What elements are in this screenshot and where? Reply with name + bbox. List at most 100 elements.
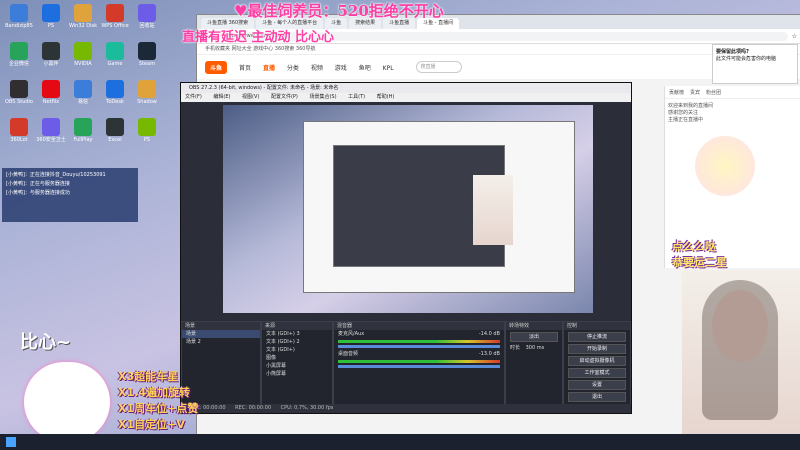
app-icon: [42, 80, 60, 98]
desktop-icon[interactable]: PS: [132, 118, 162, 143]
chat-line: 感谢您的关注: [668, 110, 699, 116]
site-logo[interactable]: 斗鱼: [205, 60, 228, 74]
app-icon: [74, 80, 92, 98]
menu-file[interactable]: 文件(F): [185, 94, 202, 100]
desktop-icon-label: NVIDIA: [74, 61, 92, 67]
mixer-track-db: -13.0 dB: [478, 351, 500, 357]
obs-preview[interactable]: [223, 105, 593, 313]
gift-line: X3超能车星: [118, 370, 179, 383]
desktop-icon-label: 小黑伴: [43, 61, 59, 67]
studio-mode-button[interactable]: 工作室模式: [568, 368, 626, 378]
desktop-icon[interactable]: Steam: [132, 42, 162, 67]
source-item[interactable]: 文本 (GDI+): [262, 346, 332, 354]
source-item[interactable]: 图像: [262, 354, 332, 362]
nested-webcam: [473, 175, 513, 245]
desktop-icon[interactable]: 企业微信: [4, 42, 34, 67]
mixer-track-name: 桌面音频: [338, 351, 359, 357]
chat-tab[interactable]: 粉丝团: [706, 89, 721, 96]
desktop-icon[interactable]: WPS Office: [100, 4, 130, 29]
cpu-fps: CPU: 0.7%, 30.00 fps: [280, 405, 334, 411]
gift-line: X1自定位+V: [118, 418, 185, 431]
source-item[interactable]: 文本 (GDI+) 2: [262, 338, 332, 346]
menu-profile[interactable]: 配置文件(P): [271, 94, 298, 100]
chat-tabs: 贡献榜 贵宾 粉丝团: [665, 86, 800, 99]
nav-fishbar[interactable]: 鱼吧: [359, 65, 371, 72]
sources-header: 来源: [262, 322, 332, 330]
download-popup[interactable]: 要保留此项吗? 此文件可能会危害你的电脑: [712, 44, 798, 84]
volume-slider[interactable]: [338, 365, 500, 368]
app-icon: [10, 80, 28, 98]
exit-button[interactable]: 退出: [568, 392, 626, 402]
chat-tab[interactable]: 贡献榜: [669, 89, 684, 96]
desktop-icon[interactable]: ToDesk: [100, 80, 130, 105]
desktop-icon[interactable]: Netflix: [36, 80, 66, 105]
duration-input[interactable]: 300 ms: [526, 345, 545, 351]
site-search-input[interactable]: 搜直播: [415, 61, 462, 73]
chat-tab[interactable]: 贵宾: [690, 89, 700, 96]
desktop-icon[interactable]: 回收站: [132, 4, 162, 29]
windows-start-icon[interactable]: [6, 437, 16, 447]
desktop-icon[interactable]: OBS Studio: [4, 80, 34, 105]
desktop-icon-label: PS: [143, 137, 151, 143]
mixer-header: 混音器: [334, 322, 504, 330]
scene-item[interactable]: 场景: [182, 330, 260, 338]
desktop-icon[interactable]: FullPlay: [68, 118, 98, 143]
notice-line: [小黄鸭]：正在与服务器连接: [6, 181, 70, 187]
source-item[interactable]: 文本 (GDI+) 3: [262, 330, 332, 338]
app-icon: [42, 4, 60, 22]
desktop-icon[interactable]: PS: [36, 4, 66, 29]
stop-streaming-button[interactable]: 停止推流: [568, 332, 626, 342]
volume-slider[interactable]: [338, 345, 500, 348]
desktop-icon[interactable]: 易信: [68, 80, 98, 105]
menu-scene-collection[interactable]: 场景集合(S): [309, 94, 336, 100]
scenes-panel: 场景 场景 场景 2: [181, 321, 261, 405]
desktop-icon[interactable]: Shadow: [132, 80, 162, 105]
right-overlay-text: 恭要运二星: [672, 256, 727, 269]
nav-home[interactable]: 首页: [239, 65, 251, 72]
source-item[interactable]: 小黑屏幕: [262, 362, 332, 370]
desktop-icon[interactable]: Excel: [100, 118, 130, 143]
desktop-icon-label: Netflix: [42, 99, 60, 105]
volume-meter: [338, 340, 500, 343]
scene-item[interactable]: 场景 2: [182, 338, 260, 346]
obs-status-bar: LIVE: 00:00:00 REC: 00:00:00 CPU: 0.7%, …: [181, 404, 631, 413]
notice-line: [小黄鸭]：与服务器连接成功: [6, 190, 70, 196]
taskbar: [0, 434, 800, 450]
desktop-icon[interactable]: 360安全卫士: [36, 118, 66, 143]
app-icon: [42, 118, 60, 136]
app-icon: [106, 118, 124, 136]
app-icon: [74, 42, 92, 60]
obs-menu-bar: 文件(F) 编辑(E) 视图(V) 配置文件(P) 场景集合(S) 工具(T) …: [181, 93, 631, 102]
app-icon: [10, 118, 28, 136]
menu-tools[interactable]: 工具(T): [348, 94, 365, 100]
obs-window: OBS 27.2.3 (64-bit, windows) - 配置文件: 未命名…: [180, 82, 632, 414]
nav-category[interactable]: 分类: [287, 65, 299, 72]
transition-select[interactable]: 淡出: [510, 332, 558, 342]
menu-help[interactable]: 帮助(H): [377, 94, 395, 100]
desktop-icon[interactable]: NVIDIA: [68, 42, 98, 67]
settings-button[interactable]: 设置: [568, 380, 626, 390]
menu-view[interactable]: 视图(V): [242, 94, 259, 100]
menu-edit[interactable]: 编辑(E): [213, 94, 230, 100]
desktop-icon[interactable]: 小黑伴: [36, 42, 66, 67]
desktop-icon[interactable]: 360Lot: [4, 118, 34, 143]
nav-game[interactable]: 游戏: [335, 65, 347, 72]
star-icon[interactable]: ☆: [792, 33, 797, 40]
start-recording-button[interactable]: 开始录制: [568, 344, 626, 354]
nav-video[interactable]: 视频: [311, 65, 323, 72]
nav-live[interactable]: 直播: [263, 65, 275, 72]
desktop-icon[interactable]: Win32 Disk: [68, 4, 98, 29]
app-icon: [106, 80, 124, 98]
desktop-icon-label: 360安全卫士: [36, 137, 66, 143]
virtual-camera-button[interactable]: 启动虚拟摄像机: [568, 356, 626, 366]
desktop-icon-label: Win32 Disk: [68, 23, 98, 29]
mascot-image: [695, 136, 755, 196]
volume-meter: [338, 360, 500, 363]
source-item[interactable]: 小熊屏幕: [262, 370, 332, 378]
desktop-icon[interactable]: Game: [100, 42, 130, 67]
bookmarks-bar[interactable]: 手机收藏夹 网址大全 游戏中心 360搜索 360导航: [197, 44, 800, 55]
nav-kpl[interactable]: KPL: [383, 65, 394, 72]
duration-row: 时长 300 ms: [506, 344, 562, 352]
transition-header: 转场特效: [506, 322, 562, 330]
desktop-icon[interactable]: Bandizip85: [4, 4, 34, 29]
